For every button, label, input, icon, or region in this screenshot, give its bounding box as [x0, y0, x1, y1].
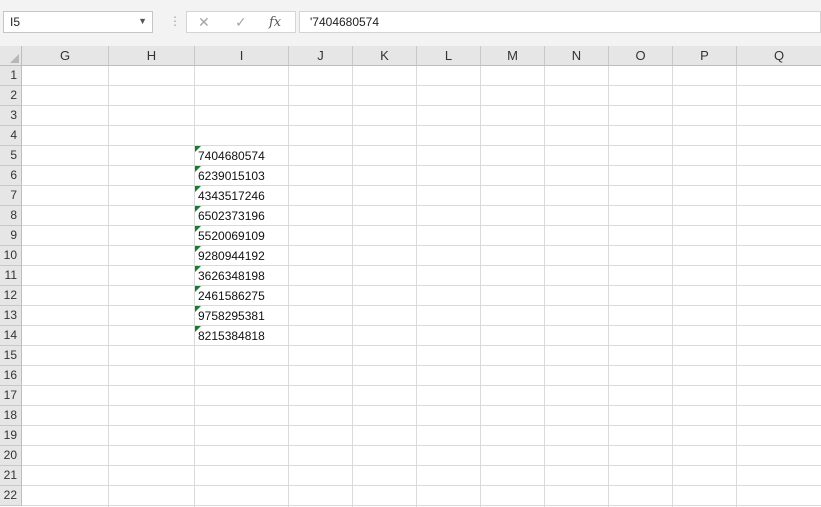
cell-value: 9280944192	[198, 249, 265, 263]
row-header-3[interactable]: 3	[0, 106, 22, 126]
column-header-o[interactable]: O	[609, 46, 673, 66]
drag-handle-icon[interactable]: ⋮	[169, 14, 181, 28]
column-gridline	[672, 66, 673, 507]
row-header-4[interactable]: 4	[0, 126, 22, 146]
column-gridline	[108, 66, 109, 507]
formula-input-value: '7404680574	[310, 15, 380, 29]
cell-value: 4343517246	[198, 189, 265, 203]
row-header-7[interactable]: 7	[0, 186, 22, 206]
cell-value: 5520069109	[198, 229, 265, 243]
error-indicator-icon	[195, 306, 201, 312]
error-indicator-icon	[195, 266, 201, 272]
cell-value: 9758295381	[198, 309, 265, 323]
column-header-q[interactable]: Q	[737, 46, 821, 66]
error-indicator-icon	[195, 146, 201, 152]
row-header-8[interactable]: 8	[0, 206, 22, 226]
row-header-21[interactable]: 21	[0, 466, 22, 486]
column-header-h[interactable]: H	[109, 46, 195, 66]
row-header-5[interactable]: 5	[0, 146, 22, 166]
error-indicator-icon	[195, 326, 201, 332]
cell-value: 6502373196	[198, 209, 265, 223]
enter-icon[interactable]: ✓	[235, 14, 247, 31]
formula-input[interactable]: '7404680574	[299, 11, 821, 33]
error-indicator-icon	[195, 206, 201, 212]
cell-i13[interactable]: 9758295381	[195, 306, 288, 325]
cell-i7[interactable]: 4343517246	[195, 186, 288, 205]
column-header-j[interactable]: J	[289, 46, 353, 66]
row-header-17[interactable]: 17	[0, 386, 22, 406]
column-header-l[interactable]: L	[417, 46, 481, 66]
column-gridline	[480, 66, 481, 507]
chevron-down-icon[interactable]: ▼	[138, 16, 147, 26]
cell-i8[interactable]: 6502373196	[195, 206, 288, 225]
column-header-m[interactable]: M	[481, 46, 545, 66]
cell-i10[interactable]: 9280944192	[195, 246, 288, 265]
cell-area[interactable]	[22, 66, 821, 507]
column-header-p[interactable]: P	[673, 46, 737, 66]
formula-buttons: ✕ ✓ fx	[186, 11, 296, 33]
row-header-1[interactable]: 1	[0, 66, 22, 86]
column-header-g[interactable]: G	[22, 46, 109, 66]
cell-i6[interactable]: 6239015103	[195, 166, 288, 185]
error-indicator-icon	[195, 226, 201, 232]
row-header-22[interactable]: 22	[0, 486, 22, 506]
column-gridline	[736, 66, 737, 507]
row-header-12[interactable]: 12	[0, 286, 22, 306]
column-gridline	[288, 66, 289, 507]
select-all-button[interactable]	[0, 46, 22, 66]
row-header-9[interactable]: 9	[0, 226, 22, 246]
insert-function-icon[interactable]: fx	[269, 15, 281, 30]
row-header-16[interactable]: 16	[0, 366, 22, 386]
cell-i12[interactable]: 2461586275	[195, 286, 288, 305]
cancel-icon[interactable]: ✕	[198, 14, 210, 31]
name-box-value: I5	[10, 15, 21, 29]
cell-i11[interactable]: 3626348198	[195, 266, 288, 285]
row-header-18[interactable]: 18	[0, 406, 22, 426]
column-gridline	[544, 66, 545, 507]
cell-i5[interactable]: 7404680574	[195, 146, 288, 165]
formula-bar: I5 ▼ ⋮ ✕ ✓ fx '7404680574	[0, 0, 821, 46]
cell-value: 8215384818	[198, 329, 265, 343]
row-header-11[interactable]: 11	[0, 266, 22, 286]
row-header-15[interactable]: 15	[0, 346, 22, 366]
cell-value: 6239015103	[198, 169, 265, 183]
row-header-19[interactable]: 19	[0, 426, 22, 446]
column-header-n[interactable]: N	[545, 46, 609, 66]
error-indicator-icon	[195, 286, 201, 292]
cell-value: 7404680574	[198, 149, 265, 163]
column-gridline	[416, 66, 417, 507]
column-header-k[interactable]: K	[353, 46, 417, 66]
row-header-2[interactable]: 2	[0, 86, 22, 106]
cell-i9[interactable]: 5520069109	[195, 226, 288, 245]
column-gridline	[608, 66, 609, 507]
row-header-6[interactable]: 6	[0, 166, 22, 186]
column-gridline	[352, 66, 353, 507]
cell-value: 3626348198	[198, 269, 265, 283]
error-indicator-icon	[195, 166, 201, 172]
error-indicator-icon	[195, 246, 201, 252]
error-indicator-icon	[195, 186, 201, 192]
name-box[interactable]: I5 ▼	[3, 11, 153, 33]
row-header-13[interactable]: 13	[0, 306, 22, 326]
row-header-20[interactable]: 20	[0, 446, 22, 466]
cell-i14[interactable]: 8215384818	[195, 326, 288, 345]
column-header-i[interactable]: I	[195, 46, 289, 66]
row-header-10[interactable]: 10	[0, 246, 22, 266]
row-header-14[interactable]: 14	[0, 326, 22, 346]
cell-value: 2461586275	[198, 289, 265, 303]
